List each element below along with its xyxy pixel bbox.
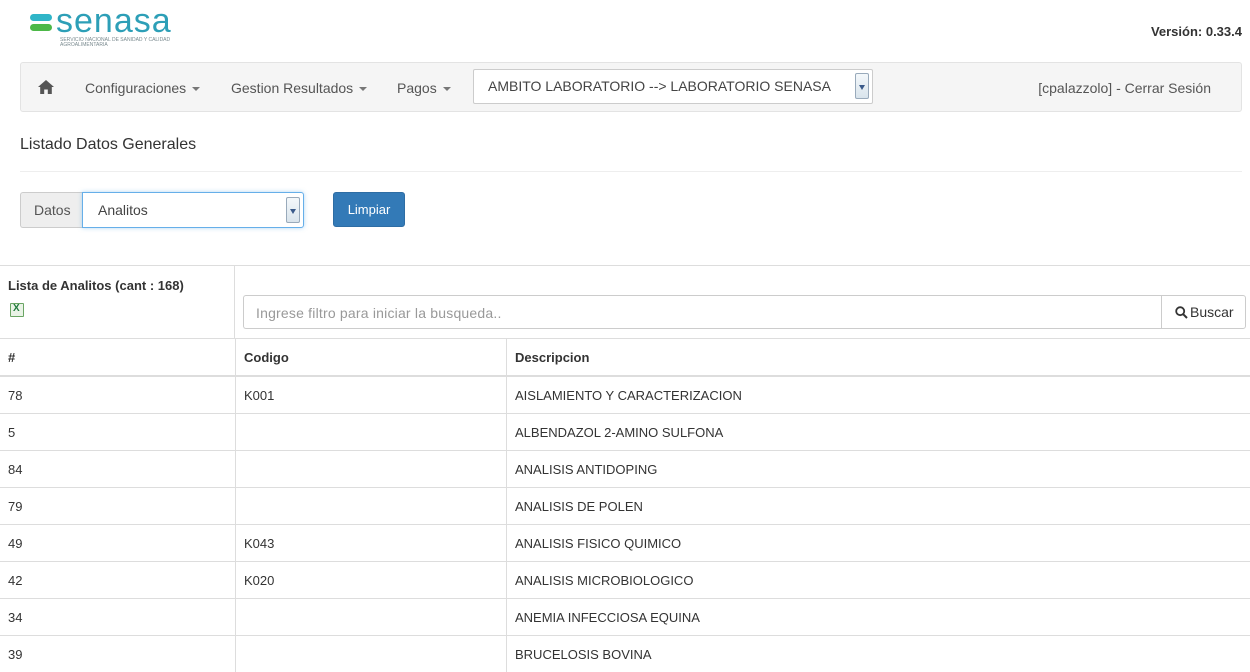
table-row[interactable]: 42 K020 ANALISIS MICROBIOLOGICO bbox=[0, 562, 1250, 599]
nav-configuraciones[interactable]: Configuraciones bbox=[85, 80, 200, 96]
table-row[interactable]: 78 K001 AISLAMIENTO Y CARACTERIZACION bbox=[0, 376, 1250, 414]
search-icon bbox=[1175, 306, 1188, 319]
clear-button[interactable]: Limpiar bbox=[333, 192, 405, 227]
select-arrow-icon[interactable] bbox=[286, 197, 300, 223]
cell-descripcion: ANALISIS MICROBIOLOGICO bbox=[507, 562, 1250, 599]
cell-number: 78 bbox=[0, 376, 236, 414]
cell-codigo bbox=[236, 414, 507, 451]
cell-number: 34 bbox=[0, 599, 236, 636]
column-header-number[interactable]: # bbox=[0, 339, 236, 377]
page-title: Listado Datos Generales bbox=[20, 136, 196, 154]
ambito-select[interactable]: AMBITO LABORATORIO --> LABORATORIO SENAS… bbox=[473, 69, 873, 104]
table-row[interactable]: 34 ANEMIA INFECCIOSA EQUINA bbox=[0, 599, 1250, 636]
cell-descripcion: ANALISIS DE POLEN bbox=[507, 488, 1250, 525]
cell-codigo bbox=[236, 451, 507, 488]
cell-codigo bbox=[236, 636, 507, 672]
cell-codigo: K043 bbox=[236, 525, 507, 562]
table-row[interactable]: 5 ALBENDAZOL 2-AMINO SULFONA bbox=[0, 414, 1250, 451]
cell-number: 42 bbox=[0, 562, 236, 599]
nav-pagos-label: Pagos bbox=[397, 80, 437, 96]
cell-descripcion: ANALISIS ANTIDOPING bbox=[507, 451, 1250, 488]
column-header-descripcion[interactable]: Descripcion bbox=[507, 339, 1250, 377]
list-title: Lista de Analitos (cant : 168) bbox=[8, 278, 184, 293]
cell-descripcion: AISLAMIENTO Y CARACTERIZACION bbox=[507, 376, 1250, 414]
cell-descripcion: BRUCELOSIS BOVINA bbox=[507, 636, 1250, 672]
nav-pagos[interactable]: Pagos bbox=[397, 80, 451, 96]
caret-down-icon bbox=[359, 87, 367, 91]
senasa-logo: senasa SERVICIO NACIONAL DE SANIDAD Y CA… bbox=[30, 8, 190, 48]
cell-codigo bbox=[236, 488, 507, 525]
cell-number: 79 bbox=[0, 488, 236, 525]
ambito-select-value: AMBITO LABORATORIO --> LABORATORIO SENAS… bbox=[488, 78, 831, 94]
nav-gestion-resultados-label: Gestion Resultados bbox=[231, 80, 353, 96]
list-header: Lista de Analitos (cant : 168) bbox=[0, 265, 235, 338]
divider bbox=[20, 171, 1242, 172]
table-row[interactable]: 79 ANALISIS DE POLEN bbox=[0, 488, 1250, 525]
table-row[interactable]: 84 ANALISIS ANTIDOPING bbox=[0, 451, 1250, 488]
navbar: Configuraciones Gestion Resultados Pagos… bbox=[20, 62, 1242, 112]
cell-number: 39 bbox=[0, 636, 236, 672]
brand-subtitle: SERVICIO NACIONAL DE SANIDAD Y CALIDAD A… bbox=[60, 38, 180, 48]
cell-number: 49 bbox=[0, 525, 236, 562]
table-row[interactable]: 49 K043 ANALISIS FISICO QUIMICO bbox=[0, 525, 1250, 562]
senasa-logo-mark-icon bbox=[30, 14, 52, 32]
cell-number: 84 bbox=[0, 451, 236, 488]
table-header-row: # Codigo Descripcion bbox=[0, 339, 1250, 377]
excel-export-icon[interactable] bbox=[10, 303, 24, 317]
caret-down-icon bbox=[443, 87, 451, 91]
cell-descripcion: ANALISIS FISICO QUIMICO bbox=[507, 525, 1250, 562]
cell-codigo bbox=[236, 599, 507, 636]
cell-descripcion: ANEMIA INFECCIOSA EQUINA bbox=[507, 599, 1250, 636]
cell-codigo: K001 bbox=[236, 376, 507, 414]
nav-gestion-resultados[interactable]: Gestion Resultados bbox=[231, 80, 367, 96]
caret-down-icon bbox=[192, 87, 200, 91]
logout-link[interactable]: [cpalazzolo] - Cerrar Sesión bbox=[1038, 80, 1211, 96]
datos-select[interactable]: Analitos bbox=[82, 192, 304, 228]
datos-label: Datos bbox=[20, 192, 82, 228]
select-arrow-icon[interactable] bbox=[855, 73, 869, 99]
search-button[interactable]: Buscar bbox=[1161, 295, 1246, 329]
cell-number: 5 bbox=[0, 414, 236, 451]
home-icon[interactable] bbox=[37, 78, 55, 96]
table-row[interactable]: 39 BRUCELOSIS BOVINA bbox=[0, 636, 1250, 672]
column-header-codigo[interactable]: Codigo bbox=[236, 339, 507, 377]
cell-codigo: K020 bbox=[236, 562, 507, 599]
version-label: Versión: 0.33.4 bbox=[1151, 24, 1242, 39]
brand-name: senasa bbox=[56, 2, 172, 41]
search-button-label: Buscar bbox=[1190, 304, 1234, 320]
search-input[interactable]: Ingrese filtro para iniciar la busqueda.… bbox=[243, 295, 1161, 329]
datos-select-value: Analitos bbox=[98, 202, 148, 218]
analitos-table: # Codigo Descripcion 78 K001 AISLAMIENTO… bbox=[0, 338, 1250, 672]
cell-descripcion: ALBENDAZOL 2-AMINO SULFONA bbox=[507, 414, 1250, 451]
nav-configuraciones-label: Configuraciones bbox=[85, 80, 186, 96]
